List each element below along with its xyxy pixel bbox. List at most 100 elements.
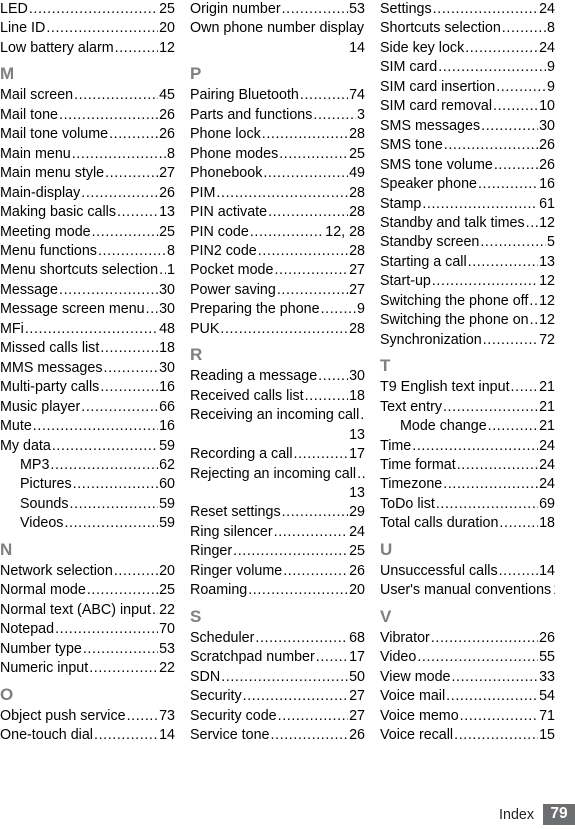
index-entry-leader: ........................................…: [274, 262, 348, 279]
index-entry-leader: ........................................…: [270, 726, 349, 743]
index-entry: SIM card removal........................…: [380, 97, 555, 116]
index-entry-page: 24: [539, 437, 555, 454]
index-entry-term: Start-up: [380, 273, 431, 290]
index-column-1: LED.....................................…: [0, 0, 175, 745]
index-entry-leader: ........................................…: [481, 117, 538, 134]
index-entry-term: Parts and functions: [190, 106, 313, 123]
index-entry: Phonebook...............................…: [190, 164, 365, 183]
index-entry-page: 21: [539, 398, 555, 415]
index-entry: Main menu style.........................…: [0, 164, 175, 183]
index-entry-term: Time format: [380, 456, 456, 473]
index-entry: Received calls list.....................…: [190, 387, 365, 406]
index-entry-leader: ........................................…: [114, 39, 159, 56]
index-section-header: V: [380, 606, 392, 626]
index-entry-leader: ........................................…: [69, 495, 159, 512]
index-entry: Sounds..................................…: [0, 495, 175, 514]
index-entry-term: SMS tone: [380, 137, 443, 154]
index-entry-page: 16: [159, 418, 175, 435]
index-entry-page: 16: [539, 176, 555, 193]
index-entry-page: 30: [349, 368, 365, 385]
index-entry: Scratchpad number.......................…: [190, 648, 365, 667]
index-entry-term: Mute: [0, 418, 32, 435]
index-entry-term: SIM card insertion: [380, 78, 496, 95]
index-entry-page: 18: [349, 387, 365, 404]
index-entry-leader: ........................................…: [242, 688, 348, 705]
index-entry: Shortcuts selection.....................…: [380, 19, 555, 38]
index-entry: SMS tone volume.........................…: [380, 156, 555, 175]
index-entry-page: 27: [349, 281, 365, 298]
index-entry-term: Pairing Bluetooth: [190, 87, 299, 104]
index-column-2: Origin number...........................…: [190, 0, 365, 745]
index-entry: Videos..................................…: [0, 514, 175, 533]
index-entry-leader: ........................................…: [216, 184, 348, 201]
index-entry-page: 18: [159, 340, 175, 357]
index-entry-page: 71: [539, 707, 555, 724]
index-entry-page: 74: [349, 87, 365, 104]
index-entry-term: Vibrator: [380, 629, 430, 646]
index-entry-term: My data: [0, 437, 51, 454]
index-entry-term: Mail tone: [0, 106, 59, 123]
index-entry-leader: ........................................…: [431, 273, 538, 290]
index-entry-leader: ........................................…: [82, 640, 158, 657]
index-entry-leader: ........................................…: [313, 106, 357, 123]
index-entry-term: Voice mail: [380, 688, 446, 705]
index-entry-leader: ........................................…: [430, 629, 538, 646]
index-entry-leader: ........................................…: [435, 495, 538, 512]
index-entry-page: 48: [159, 320, 175, 337]
index-entry: SMS messages............................…: [380, 117, 555, 136]
index-entry-leader: ........................................…: [283, 562, 348, 579]
index-column-3: Settings................................…: [380, 0, 555, 745]
index-entry: Unsuccessful calls......................…: [380, 562, 555, 581]
index-entry-page: 24: [539, 39, 555, 56]
index-entry: Reading a message.......................…: [190, 367, 365, 386]
index-entry-term: MFi: [0, 320, 24, 337]
index-section-header: U: [380, 539, 393, 559]
index-entry-leader: ........................................…: [299, 87, 348, 104]
index-entry: Ringer volume...........................…: [190, 562, 365, 581]
index-entry-page: 66: [159, 398, 175, 415]
index-entry-leader: ........................................…: [281, 504, 349, 521]
index-entry-leader: ........................................…: [159, 262, 166, 279]
index-entry-term: Roaming: [190, 582, 248, 599]
index-entry: Voice recall............................…: [380, 726, 555, 745]
index-entry-page: 1: [167, 262, 175, 279]
index-entry-term: SDN: [190, 668, 221, 685]
index-entry-leader: ........................................…: [50, 456, 158, 473]
index-entry-leader: ........................................…: [480, 234, 546, 251]
index-entry-page: 13: [349, 426, 365, 443]
index-entry-term: SMS tone volume: [380, 156, 493, 173]
footer-label: Index: [499, 806, 534, 823]
index-entry-term: PIN2 code: [190, 242, 257, 259]
index-entry-page: 53: [349, 1, 365, 17]
index-entry-leader: ........................................…: [510, 379, 539, 396]
index-entry: Mail tone volume........................…: [0, 125, 175, 144]
index-entry-page: 14: [159, 726, 175, 743]
index-entry-leader: ........................................…: [100, 379, 158, 396]
index-entry-term: Main-display: [0, 184, 81, 201]
index-entry: Settings................................…: [380, 0, 555, 19]
index-entry: Object push service.....................…: [0, 707, 175, 726]
index-entry-page: 26: [539, 137, 555, 154]
index-entry: Origin number...........................…: [190, 0, 365, 19]
index-entry-page: 26: [159, 184, 175, 201]
index-entry-page: 26: [539, 629, 555, 646]
index-entry-term: Meeting mode: [0, 223, 91, 240]
index-entry-page: 15: [539, 726, 555, 743]
index-entry: Switching the phone on..................…: [380, 311, 555, 330]
index-entry-leader: ........................................…: [477, 176, 538, 193]
index-entry-leader: ........................................…: [74, 87, 159, 104]
index-entry: Preparing the phone.....................…: [190, 300, 365, 319]
index-entry: One-touch dial..........................…: [0, 726, 175, 745]
index-entry-term: Normal text (ABC) input: [0, 601, 151, 618]
index-entry-leader: ........................................…: [263, 165, 349, 182]
index-entry-leader: ........................................…: [318, 368, 348, 385]
index-entry-term: Switching the phone off: [380, 292, 529, 309]
index-entry: Time format.............................…: [380, 456, 555, 475]
index-entry-leader: ........................................…: [248, 582, 349, 599]
index-entry-leader: ........................................…: [281, 1, 349, 17]
index-entry-term: Numeric input: [0, 660, 89, 677]
index-entry: Stamp...................................…: [380, 195, 555, 214]
index-entry: Mode change.............................…: [380, 417, 555, 436]
index-entry-term: Voice memo: [380, 707, 459, 724]
index-entry-term: Recording a call: [190, 446, 293, 463]
